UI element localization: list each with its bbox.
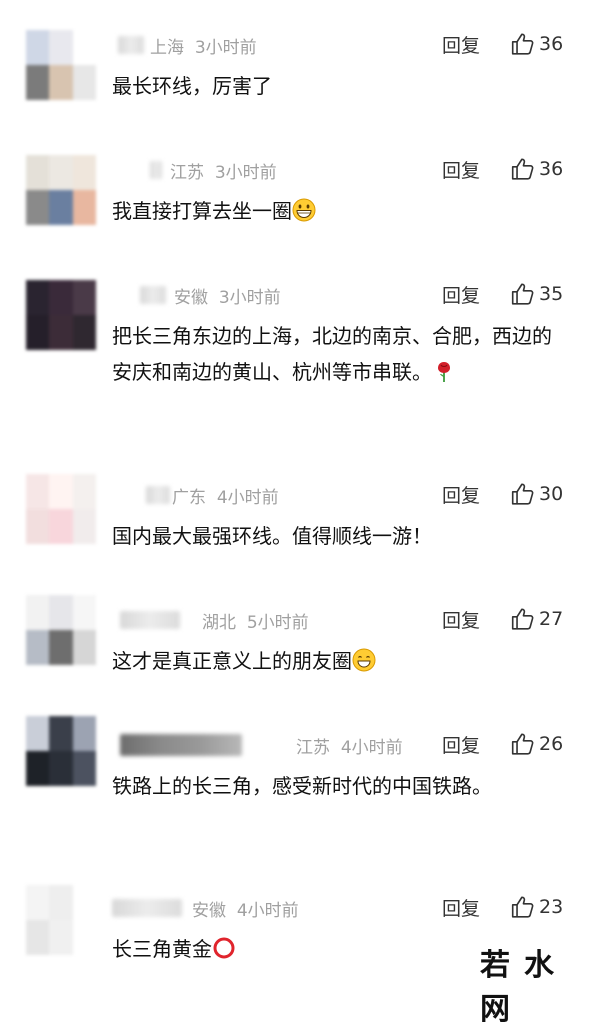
username[interactable] xyxy=(146,486,170,504)
reply-button[interactable]: 回复 xyxy=(442,156,480,183)
like-button[interactable]: 35 xyxy=(510,280,563,308)
thumbs-up-icon xyxy=(511,733,534,755)
grinning-face-icon xyxy=(292,198,316,222)
thumbs-up-icon xyxy=(511,608,534,630)
like-count: 36 xyxy=(539,158,564,180)
thumbs-up-icon xyxy=(511,158,534,180)
region-time: 江苏 4小时前 xyxy=(296,738,403,758)
like-count: 30 xyxy=(539,483,564,505)
watermark-logo: 若水网 xyxy=(480,948,568,1027)
reply-button[interactable]: 回复 xyxy=(442,606,480,633)
smiling-face-icon xyxy=(352,648,376,672)
thumbs-up-icon xyxy=(511,483,534,505)
username[interactable] xyxy=(112,899,182,917)
region-time: 安徽 4小时前 xyxy=(192,901,299,921)
like-count: 36 xyxy=(539,33,564,55)
comment-meta: 广东 4小时前 回复 30 xyxy=(0,480,600,510)
username[interactable] xyxy=(120,734,242,756)
reply-button[interactable]: 回复 xyxy=(442,31,480,58)
username[interactable] xyxy=(118,36,144,54)
reply-button[interactable]: 回复 xyxy=(442,731,480,758)
like-button[interactable]: 26 xyxy=(510,730,563,758)
region-time: 广东 4小时前 xyxy=(172,488,279,508)
comment-meta: 上海 3小时前 回复 36 xyxy=(0,30,600,60)
red-circle-icon xyxy=(213,937,235,959)
like-button[interactable]: 30 xyxy=(510,480,563,508)
comment-meta: 安徽 3小时前 回复 35 xyxy=(0,280,600,310)
like-button[interactable]: 36 xyxy=(510,155,563,183)
region-time: 上海 3小时前 xyxy=(150,38,257,58)
like-button[interactable]: 23 xyxy=(510,893,563,921)
thumbs-up-icon xyxy=(511,283,534,305)
like-button[interactable]: 36 xyxy=(510,30,563,58)
comment-text: 铁路上的长三角，感受新时代的中国铁路。 xyxy=(112,774,492,798)
like-button[interactable]: 27 xyxy=(510,605,563,633)
comment-meta: 江苏 3小时前 回复 36 xyxy=(0,155,600,185)
like-count: 23 xyxy=(539,896,564,918)
reply-button[interactable]: 回复 xyxy=(442,481,480,508)
username[interactable] xyxy=(120,611,180,629)
reply-button[interactable]: 回复 xyxy=(442,894,480,921)
like-count: 35 xyxy=(539,283,564,305)
region-time: 江苏 3小时前 xyxy=(170,163,277,183)
thumbs-up-icon xyxy=(511,896,534,918)
comment-meta: 安徽 4小时前 回复 23 xyxy=(0,893,600,923)
comment-text: 把长三角东边的上海，北边的南京、合肥，西边的安庆和南边的黄山、杭州等市串联。 xyxy=(112,324,552,384)
comment-text: 最长环线，厉害了 xyxy=(112,74,272,98)
region-time: 安徽 3小时前 xyxy=(174,288,281,308)
comment-text: 国内最大最强环线。值得顺线一游！ xyxy=(112,524,432,548)
like-count: 27 xyxy=(539,608,564,630)
rose-icon xyxy=(438,362,450,382)
comment-meta: 江苏 4小时前 回复 26 xyxy=(0,730,600,760)
reply-button[interactable]: 回复 xyxy=(442,281,480,308)
comment-text: 这才是真正意义上的朋友圈 xyxy=(112,643,562,679)
comment-meta: 湖北 5小时前 回复 27 xyxy=(0,605,600,635)
like-count: 26 xyxy=(539,733,564,755)
username[interactable] xyxy=(140,286,166,304)
region-time: 湖北 5小时前 xyxy=(202,613,309,633)
comment-text: 我直接打算去坐一圈 xyxy=(112,193,562,229)
username[interactable] xyxy=(150,161,162,179)
thumbs-up-icon xyxy=(511,33,534,55)
